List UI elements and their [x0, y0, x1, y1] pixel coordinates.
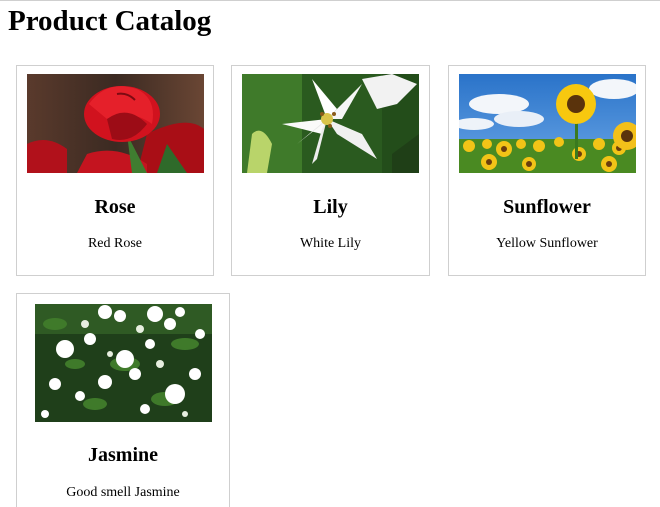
rose-image [27, 74, 204, 173]
product-card-jasmine[interactable]: Jasmine Good smell Jasmine [16, 293, 230, 507]
product-name: Jasmine [88, 444, 158, 466]
product-name: Sunflower [503, 196, 591, 218]
jasmine-image [35, 304, 212, 422]
product-description: Red Rose [87, 236, 143, 251]
top-divider [0, 0, 660, 1]
product-name: Lily [313, 196, 348, 218]
product-card-sunflower[interactable]: Sunflower Yellow Sunflower [448, 65, 646, 276]
page-title: Product Catalog [8, 5, 212, 37]
lily-image [242, 74, 419, 173]
product-card-lily[interactable]: Lily White Lily [231, 65, 430, 276]
product-name: Rose [94, 196, 136, 218]
product-description: Good smell Jasmine [66, 485, 180, 500]
sunflower-image [459, 74, 636, 173]
product-card-rose[interactable]: Rose Red Rose [16, 65, 214, 276]
product-description: Yellow Sunflower [496, 236, 598, 251]
product-description: White Lily [299, 236, 362, 251]
